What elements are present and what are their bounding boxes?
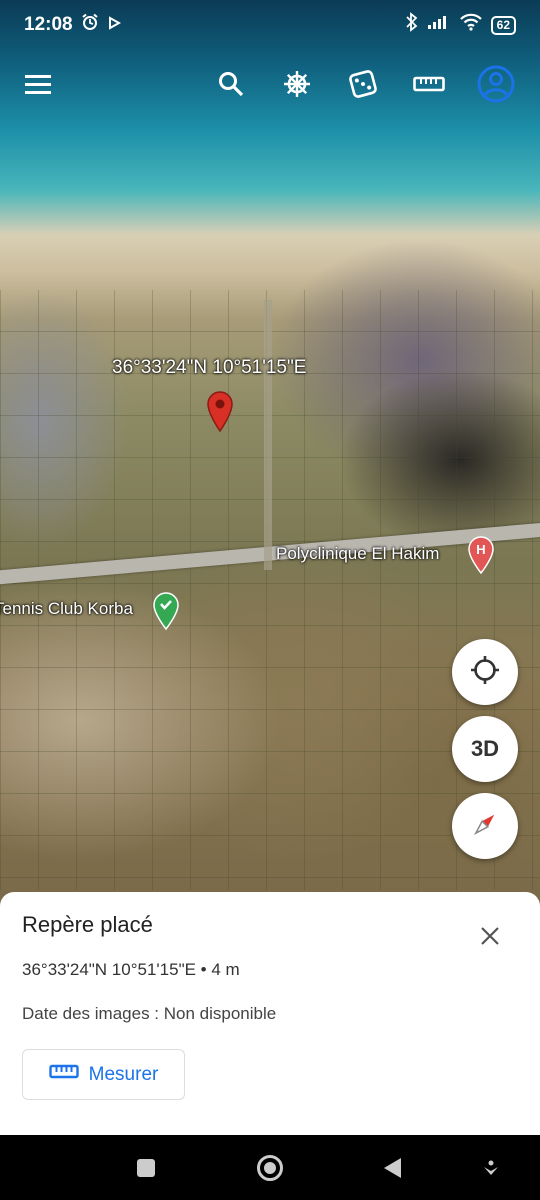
back-triangle-icon[interactable]	[378, 1153, 408, 1183]
recents-square-icon[interactable]	[131, 1153, 161, 1183]
poi-label-tennis[interactable]: Tennis Club Korba	[0, 599, 133, 619]
account-icon[interactable]	[474, 62, 518, 106]
sheet-title: Repère placé	[22, 912, 153, 937]
compass-button[interactable]	[452, 793, 518, 859]
my-location-icon	[469, 654, 501, 691]
hospital-pin-icon[interactable]: H	[467, 536, 495, 575]
close-icon[interactable]	[472, 918, 508, 954]
alarm-icon	[81, 13, 99, 37]
voyager-wheel-icon[interactable]	[275, 62, 319, 106]
measure-ruler-icon[interactable]	[407, 62, 451, 106]
top-toolbar	[0, 54, 540, 114]
imagery-date: Date des images : Non disponible	[22, 1004, 277, 1023]
poi-label-hospital[interactable]: Polyclinique El Hakim	[276, 544, 439, 564]
placemark-pin-icon[interactable]	[206, 390, 234, 433]
status-bar: 12:08 62	[0, 0, 540, 50]
signal-icon	[427, 14, 451, 36]
compass-icon	[469, 808, 501, 845]
svg-text:H: H	[476, 542, 485, 557]
place-pin-icon[interactable]	[152, 592, 180, 631]
my-location-button[interactable]	[452, 639, 518, 705]
play-icon	[107, 14, 121, 36]
search-icon[interactable]	[209, 62, 253, 106]
sheet-coordinates: 36°33'24"N 10°51'15"E • 4 m	[22, 960, 240, 979]
map-road-secondary	[264, 300, 272, 570]
3d-toggle-button[interactable]: 3D	[452, 716, 518, 782]
home-circle-icon[interactable]	[255, 1153, 285, 1183]
menu-icon[interactable]	[16, 62, 60, 106]
measure-ruler-icon	[48, 1064, 79, 1086]
measure-button-label: Mesurer	[88, 1063, 159, 1085]
measure-button[interactable]: Mesurer	[22, 1049, 185, 1100]
placemark-coords-label: 36°33'24"N 10°51'15"E	[112, 357, 307, 378]
bluetooth-icon	[405, 12, 419, 38]
feeling-lucky-dice-icon[interactable]	[341, 62, 385, 106]
battery-icon: 62	[490, 15, 516, 35]
wifi-icon	[459, 13, 483, 37]
system-nav-bar	[0, 1135, 540, 1200]
status-time: 12:08	[24, 14, 73, 35]
placemark-sheet: Repère placé 36°33'24"N 10°51'15"E • 4 m…	[0, 892, 540, 1135]
assistant-icon[interactable]	[476, 1153, 506, 1183]
